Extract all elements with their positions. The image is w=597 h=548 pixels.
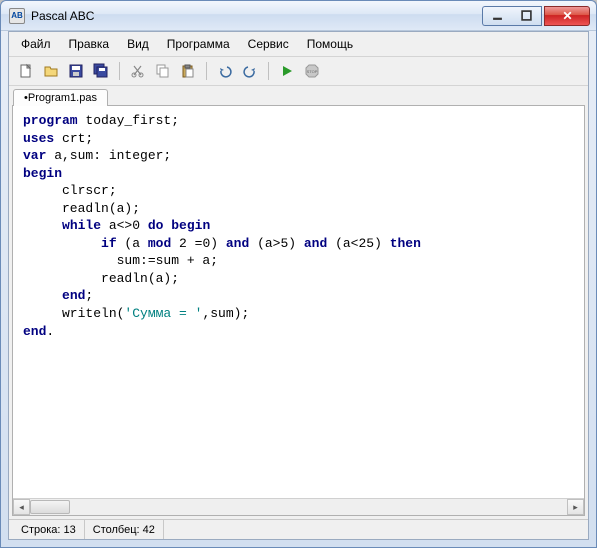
code-line: readln(a); [23, 200, 574, 218]
redo-button[interactable] [239, 60, 261, 82]
code-line: while a<>0 do begin [23, 217, 574, 235]
code-editor[interactable]: program today_first;uses crt;var a,sum: … [13, 106, 584, 498]
window-title: Pascal ABC [31, 9, 482, 23]
status-line: Строка: 13 [13, 520, 85, 539]
code-line: begin [23, 165, 574, 183]
menu-edit[interactable]: Правка [61, 35, 118, 53]
client-area: Файл Правка Вид Программа Сервис Помощь [8, 31, 589, 540]
code-line: if (a mod 2 =0) and (a>5) and (a<25) the… [23, 235, 574, 253]
menu-help[interactable]: Помощь [299, 35, 361, 53]
menu-program[interactable]: Программа [159, 35, 238, 53]
titlebar[interactable]: AB Pascal ABC [1, 1, 596, 31]
save-button[interactable] [65, 60, 87, 82]
scroll-left-button[interactable]: ◂ [13, 499, 30, 515]
app-window: AB Pascal ABC Файл Правка Вид Программа … [0, 0, 597, 548]
menu-service[interactable]: Сервис [240, 35, 297, 53]
toolbar-separator [268, 62, 269, 80]
window-controls [482, 6, 590, 26]
code-line: clrscr; [23, 182, 574, 200]
toolbar-separator [206, 62, 207, 80]
paste-button[interactable] [177, 60, 199, 82]
menu-file[interactable]: Файл [13, 35, 59, 53]
code-line: end. [23, 323, 574, 341]
tabbar: •Program1.pas [9, 86, 588, 105]
maximize-button[interactable] [512, 6, 542, 26]
copy-button[interactable] [152, 60, 174, 82]
status-line-label: Строка: [21, 524, 60, 536]
editor-tab[interactable]: •Program1.pas [13, 89, 108, 106]
status-col-label: Столбец: [93, 524, 140, 536]
horizontal-scrollbar[interactable]: ◂ ▸ [13, 498, 584, 515]
svg-text:STOP: STOP [307, 69, 318, 74]
status-column: Столбец: 42 [85, 520, 164, 539]
close-button[interactable] [544, 6, 590, 26]
editor-area: program today_first;uses crt;var a,sum: … [12, 105, 585, 516]
run-button[interactable] [276, 60, 298, 82]
statusbar: Строка: 13 Столбец: 42 [9, 519, 588, 539]
toolbar-separator [119, 62, 120, 80]
code-line: sum:=sum + a; [23, 252, 574, 270]
save-all-button[interactable] [90, 60, 112, 82]
code-line: writeln('Сумма = ',sum); [23, 305, 574, 323]
code-line: var a,sum: integer; [23, 147, 574, 165]
scroll-thumb[interactable] [30, 500, 70, 514]
undo-button[interactable] [214, 60, 236, 82]
open-file-button[interactable] [40, 60, 62, 82]
cut-button[interactable] [127, 60, 149, 82]
status-line-value: 13 [64, 524, 76, 536]
menu-view[interactable]: Вид [119, 35, 157, 53]
code-line: end; [23, 287, 574, 305]
toolbar: STOP [9, 57, 588, 86]
code-line: uses crt; [23, 130, 574, 148]
app-icon: AB [9, 8, 25, 24]
scroll-right-button[interactable]: ▸ [567, 499, 584, 515]
scroll-track[interactable] [30, 499, 567, 515]
code-line: program today_first; [23, 112, 574, 130]
new-file-button[interactable] [15, 60, 37, 82]
stop-button[interactable]: STOP [301, 60, 323, 82]
code-line: readln(a); [23, 270, 574, 288]
status-col-value: 42 [143, 524, 155, 536]
minimize-button[interactable] [482, 6, 512, 26]
menubar: Файл Правка Вид Программа Сервис Помощь [9, 32, 588, 57]
